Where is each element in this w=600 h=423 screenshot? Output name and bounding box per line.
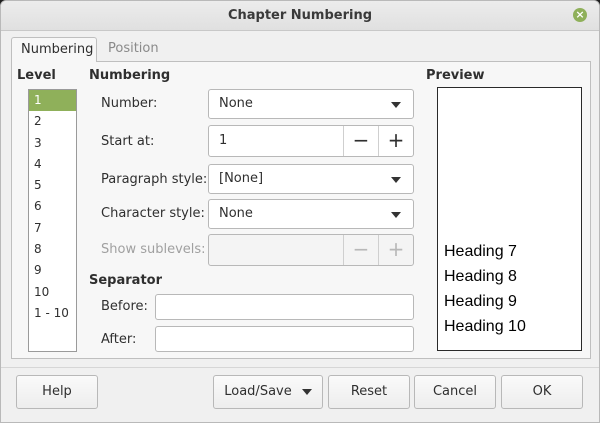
level-list[interactable]: 1 2 3 4 5 6 7 8 9 10 1 - 10: [28, 89, 77, 352]
chevron-down-icon: [301, 388, 312, 395]
preview-line: Heading 9: [444, 293, 517, 310]
separator-heading: Separator: [89, 273, 162, 288]
cancel-button[interactable]: Cancel: [414, 375, 496, 409]
level-item[interactable]: 5: [29, 175, 76, 196]
window-title: Chapter Numbering: [227, 8, 373, 23]
chapter-numbering-dialog: Chapter Numbering × Numbering Position L…: [0, 0, 600, 423]
level-item[interactable]: 2: [29, 111, 76, 132]
title-bar: Chapter Numbering ×: [1, 1, 599, 31]
level-item[interactable]: 6: [29, 196, 76, 217]
increment-button[interactable]: +: [378, 126, 413, 156]
show-sublevels-stepper[interactable]: − +: [208, 234, 414, 266]
chevron-down-icon: [391, 102, 401, 108]
level-item[interactable]: 1: [29, 90, 76, 112]
start-at-label: Start at:: [101, 134, 155, 149]
after-label: After:: [101, 332, 137, 347]
show-sublevels-label: Show sublevels:: [101, 242, 206, 257]
load-save-label: Load/Save: [224, 384, 292, 399]
numbering-panel: Level 1 2 3 4 5 6 7 8 9 10 1 - 10 Number…: [11, 61, 591, 359]
tab-position[interactable]: Position: [99, 37, 168, 62]
decrement-button[interactable]: −: [343, 126, 378, 156]
character-style-dropdown[interactable]: None: [208, 199, 414, 229]
level-item[interactable]: 7: [29, 218, 76, 239]
start-at-value: 1: [219, 133, 228, 148]
character-style-value: None: [219, 206, 253, 221]
preview-pane: Heading 7 Heading 8 Heading 9 Heading 10: [437, 87, 582, 351]
preview-heading: Preview: [426, 68, 485, 83]
footer-divider: [1, 367, 599, 368]
tab-numbering[interactable]: Numbering: [11, 37, 97, 62]
level-item[interactable]: 9: [29, 260, 76, 281]
close-icon[interactable]: ×: [573, 8, 587, 22]
decrement-button[interactable]: −: [343, 235, 378, 265]
chevron-down-icon: [391, 212, 401, 218]
numbering-heading: Numbering: [89, 68, 171, 83]
before-field[interactable]: [155, 294, 414, 320]
preview-line: Heading 10: [444, 318, 526, 335]
help-button[interactable]: Help: [16, 375, 98, 409]
preview-line: Heading 8: [444, 268, 517, 285]
level-item[interactable]: 4: [29, 154, 76, 175]
level-item[interactable]: 8: [29, 239, 76, 260]
level-item[interactable]: 3: [29, 133, 76, 154]
level-item[interactable]: 10: [29, 282, 76, 303]
level-heading: Level: [17, 68, 56, 83]
paragraph-style-dropdown[interactable]: [None]: [208, 164, 414, 194]
after-field[interactable]: [155, 326, 414, 352]
start-at-stepper[interactable]: 1 − +: [208, 125, 414, 157]
character-style-label: Character style:: [101, 206, 205, 221]
paragraph-style-value: [None]: [219, 171, 264, 186]
number-label: Number:: [101, 96, 158, 111]
reset-button[interactable]: Reset: [328, 375, 410, 409]
increment-button[interactable]: +: [378, 235, 413, 265]
level-item[interactable]: 1 - 10: [29, 303, 76, 324]
load-save-button[interactable]: Load/Save: [213, 375, 323, 409]
preview-line: Heading 7: [444, 243, 517, 260]
before-label: Before:: [101, 299, 148, 314]
number-value: None: [219, 96, 253, 111]
ok-button[interactable]: OK: [501, 375, 583, 409]
number-dropdown[interactable]: None: [208, 89, 414, 119]
paragraph-style-label: Paragraph style:: [101, 172, 208, 187]
chevron-down-icon: [391, 177, 401, 183]
